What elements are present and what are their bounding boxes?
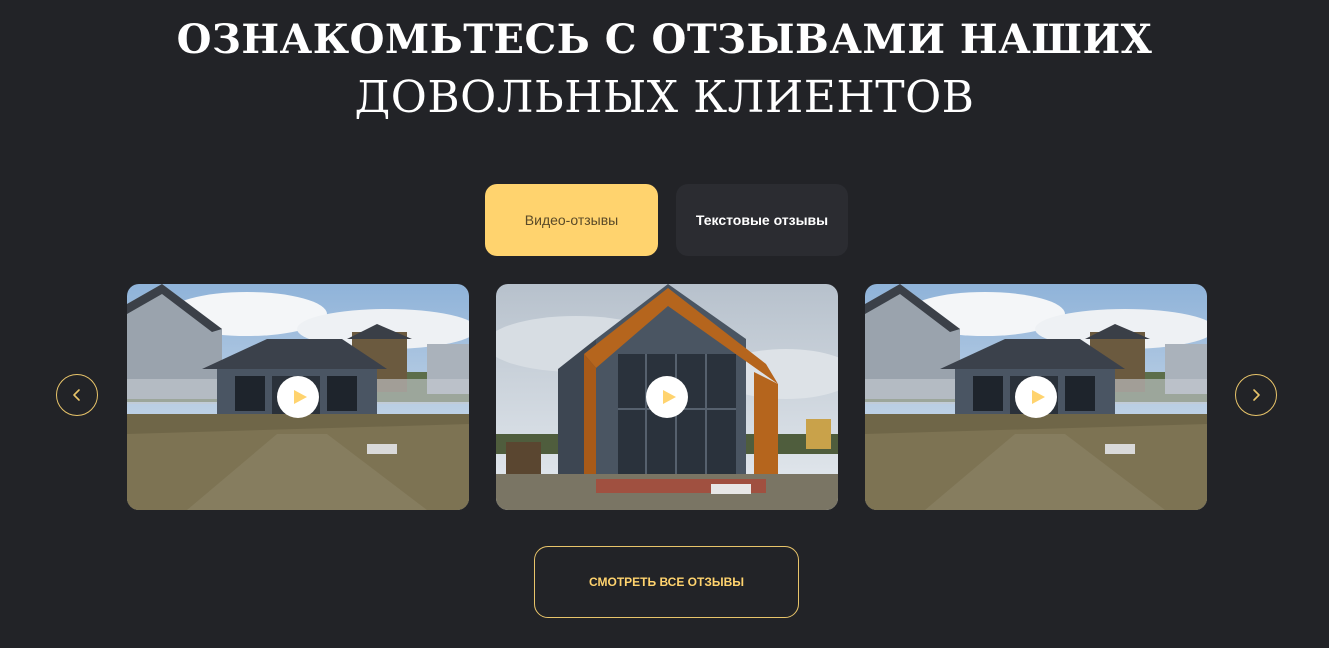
video-review-card-3[interactable] [865,284,1207,510]
play-button[interactable] [1015,376,1057,418]
play-icon [293,390,307,404]
video-review-card-2[interactable] [496,284,838,510]
chevron-left-icon [73,389,80,401]
carousel-next-button[interactable] [1235,374,1277,416]
video-review-card-1[interactable] [127,284,469,510]
carousel-prev-button[interactable] [56,374,98,416]
view-all-reviews-button[interactable]: СМОТРЕТЬ ВСЕ ОТЗЫВЫ [534,546,799,618]
chevron-right-icon [1253,389,1260,401]
tab-text-reviews[interactable]: Текстовые отзывы [676,184,848,256]
section-title-line2: ДОВОЛЬНЫХ КЛИЕНТОВ [354,72,975,123]
section-title-line1: ОЗНАКОМЬТЕСЬ С ОТЗЫВАМИ НАШИХ [176,16,1153,63]
play-button[interactable] [646,376,688,418]
play-button[interactable] [277,376,319,418]
play-icon [662,390,676,404]
tab-video-reviews[interactable]: Видео-отзывы [485,184,658,256]
play-icon [1031,390,1045,404]
